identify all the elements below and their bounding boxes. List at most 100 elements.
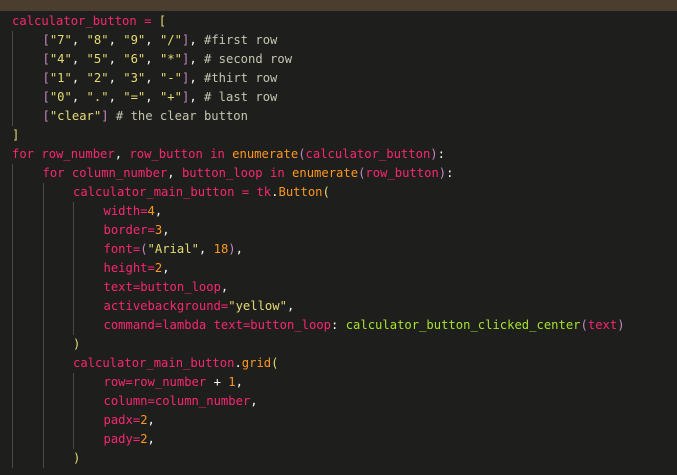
indent-guide xyxy=(42,202,44,221)
code-token-paren: [ xyxy=(42,90,50,104)
code-token-var: calculator_main_button xyxy=(73,185,235,199)
code-token-punct: , xyxy=(147,432,155,446)
indent-guide xyxy=(42,183,44,202)
code-token-param: text xyxy=(213,318,243,332)
indent-guide xyxy=(12,297,13,316)
code-token-punct: . xyxy=(234,356,242,370)
indent-guide xyxy=(12,183,13,202)
indent-guide xyxy=(42,354,44,373)
code-token-punct: , xyxy=(145,52,160,66)
code-token-string: "5" xyxy=(86,52,109,66)
code-line[interactable]: ["4", "5", "6", "*"], # second row xyxy=(0,50,677,69)
indent-guide xyxy=(12,430,13,449)
code-line[interactable]: calculator_main_button.grid( xyxy=(0,354,677,373)
code-line[interactable]: ["0", ".", "=", "+"], # last row xyxy=(0,88,677,107)
code-line[interactable]: ) xyxy=(0,449,677,468)
code-token-paren: ( xyxy=(580,318,588,332)
code-line[interactable]: padx=2, xyxy=(0,411,677,430)
code-line[interactable]: ["1", "2", "3", "-"], #thirt row xyxy=(0,69,677,88)
code-token-bracket: ] xyxy=(12,128,20,142)
code-token-bracket: ) xyxy=(73,451,81,465)
code-token-string: "clear" xyxy=(49,109,102,123)
code-token-bracket: ( xyxy=(322,185,330,199)
indent-guide xyxy=(12,278,13,297)
code-line[interactable]: for column_number, button_loop in enumer… xyxy=(0,164,677,183)
code-token-punct xyxy=(109,109,116,123)
code-line[interactable]: ["clear"] # the clear button xyxy=(0,107,677,126)
code-token-param: row xyxy=(103,375,126,389)
code-line[interactable]: text=button_loop, xyxy=(0,278,677,297)
indent-guide xyxy=(42,335,44,354)
code-token-param: font xyxy=(103,242,133,256)
code-token-punct: , xyxy=(198,242,214,256)
code-line[interactable]: ] xyxy=(0,126,677,145)
code-token-punct: , xyxy=(189,71,204,85)
code-token-punct: , xyxy=(114,147,130,161)
code-token-punct: , xyxy=(147,413,155,427)
indent-guide xyxy=(12,411,13,430)
code-token-string: "yellow" xyxy=(228,299,287,313)
code-line[interactable]: command=lambda text=button_loop: calcula… xyxy=(0,316,677,335)
code-token-param: command xyxy=(103,318,155,332)
code-line[interactable]: pady=2, xyxy=(0,430,677,449)
code-line[interactable]: height=2, xyxy=(0,259,677,278)
code-token-param: height xyxy=(103,261,148,275)
code-token-punct: , xyxy=(220,280,229,294)
indent-guide xyxy=(12,354,13,373)
code-token-string: "3" xyxy=(123,71,146,85)
code-line[interactable]: for row_number, row_button in enumerate(… xyxy=(0,145,677,164)
code-token-op: = xyxy=(234,185,257,199)
code-token-string: "6" xyxy=(123,52,146,66)
code-token-punct: , xyxy=(286,299,295,313)
code-token-paren: [ xyxy=(42,52,50,66)
code-token-string: "-" xyxy=(159,71,182,85)
indent-guide xyxy=(42,297,44,316)
code-line[interactable]: calculator_button = [ xyxy=(0,12,677,31)
indent-guide xyxy=(42,430,44,449)
code-line[interactable]: column=column_number, xyxy=(0,392,677,411)
code-token-punct: : xyxy=(446,166,454,180)
code-token-number: 18 xyxy=(213,242,229,256)
code-token-op: = xyxy=(140,204,148,218)
indent-guide xyxy=(12,221,13,240)
indent-guide xyxy=(12,50,13,69)
indent-guide xyxy=(42,392,44,411)
code-area[interactable]: calculator_button = [["7", "8", "9", "/"… xyxy=(0,12,677,475)
indent-guide xyxy=(12,259,13,278)
code-token-func: grid xyxy=(241,356,272,370)
code-line[interactable]: activebackground="yellow", xyxy=(0,297,677,316)
code-token-punct: , xyxy=(145,71,160,85)
code-line[interactable]: ) xyxy=(0,335,677,354)
code-token-paren: [ xyxy=(42,109,50,123)
code-token-func: enumerate xyxy=(232,147,299,161)
code-token-comment: # second row xyxy=(204,52,293,66)
code-token-string: "+" xyxy=(159,90,182,104)
indent-guide xyxy=(73,259,74,278)
code-line[interactable]: font=("Arial", 18), xyxy=(0,240,677,259)
code-line[interactable]: width=4, xyxy=(0,202,677,221)
code-editor[interactable]: calculator_button = [["7", "8", "9", "/"… xyxy=(0,0,677,475)
indent-guide xyxy=(12,449,13,468)
code-token-bracket: [ xyxy=(158,14,167,28)
indent-guide xyxy=(73,278,74,297)
code-token-op: = xyxy=(147,261,155,275)
code-token-punct: : xyxy=(331,318,346,332)
code-token-punct: , xyxy=(71,71,87,85)
code-line[interactable]: border=3, xyxy=(0,221,677,240)
code-token-number: 2 xyxy=(140,413,148,427)
code-line[interactable]: calculator_main_button = tk.Button( xyxy=(0,183,677,202)
code-line[interactable]: row=row_number + 1, xyxy=(0,373,677,392)
code-token-keyword: for xyxy=(12,147,35,161)
code-token-number: 4 xyxy=(147,204,155,218)
code-token-bracket: ) xyxy=(73,337,81,351)
indent-guide xyxy=(42,449,44,468)
code-token-param: activebackground xyxy=(103,299,221,313)
code-token-punct: , xyxy=(145,33,160,47)
code-token-punct: , xyxy=(145,90,160,104)
code-token-keyword: for xyxy=(42,166,65,180)
code-token-punct: , xyxy=(189,33,204,47)
code-token-string: "1" xyxy=(49,71,72,85)
indent-guide xyxy=(73,373,74,392)
code-token-punct: , xyxy=(189,52,204,66)
code-line[interactable]: ["7", "8", "9", "/"], #first row xyxy=(0,31,677,50)
